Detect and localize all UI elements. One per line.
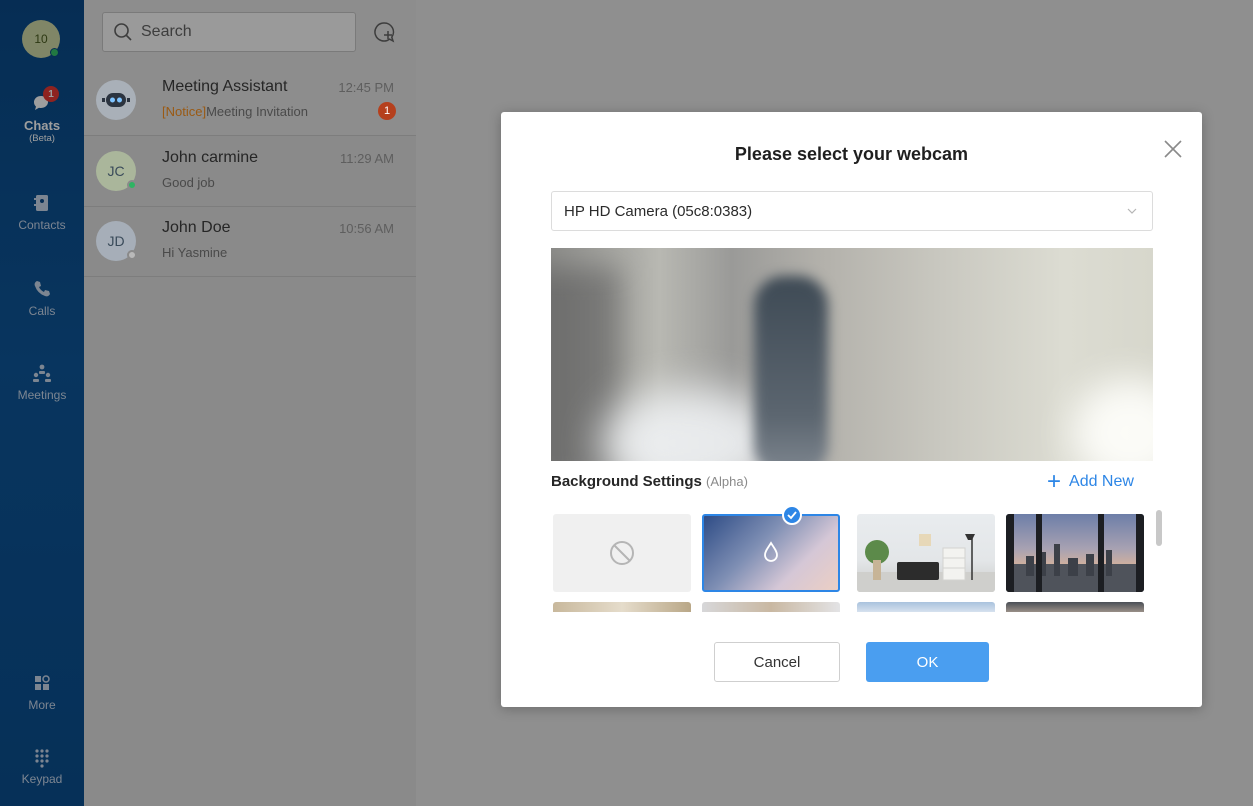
add-new-background-button[interactable]: + Add New — [1047, 470, 1134, 494]
robot-icon — [96, 80, 136, 120]
contact-avatar: JD — [96, 221, 137, 261]
preview-figure — [754, 276, 828, 461]
camera-select[interactable]: HP HD Camera (05c8:0383) — [551, 191, 1153, 231]
selected-check-icon — [782, 505, 802, 525]
chat-list-panel: Search Meeting Assistant 12:45 PM [Notic… — [84, 0, 416, 806]
search-placeholder: Search — [141, 23, 192, 40]
background-blur-option[interactable] — [702, 514, 840, 592]
search-input[interactable]: Search — [102, 12, 356, 52]
webcam-preview — [551, 248, 1153, 461]
dialog-title: Please select your webcam — [734, 144, 969, 164]
background-thumb-8[interactable] — [1006, 602, 1144, 612]
thumbnails-scrollbar[interactable] — [1156, 510, 1162, 546]
offline-status-dot — [127, 250, 137, 260]
background-thumb-6[interactable] — [702, 602, 840, 612]
chat-time: 11:29 AM — [340, 151, 394, 166]
chevron-down-icon — [1127, 208, 1137, 214]
chat-name: John carmine — [162, 149, 259, 166]
search-icon — [114, 23, 132, 41]
unread-badge: 1 — [378, 102, 396, 120]
close-icon[interactable] — [1162, 138, 1184, 160]
chat-preview-text: Meeting Invitation — [206, 104, 308, 119]
online-status-dot — [127, 180, 137, 190]
chat-row-john-carmine[interactable]: JC John carmine 11:29 AM Good job — [84, 137, 416, 207]
city-skyline-image — [1006, 514, 1144, 592]
background-none-option[interactable] — [553, 514, 691, 592]
avatar-initials: JD — [107, 233, 125, 249]
droplet-blur-icon — [764, 541, 778, 562]
chat-row-meeting-assistant[interactable]: Meeting Assistant 12:45 PM [Notice]Meeti… — [84, 66, 416, 136]
avatar-initials: JC — [107, 163, 125, 179]
background-settings-label: Background Settings — [551, 473, 702, 490]
chat-preview: Hi Yasmine — [162, 245, 228, 260]
cancel-button[interactable]: Cancel — [714, 642, 840, 682]
chat-preview: Good job — [162, 175, 215, 190]
background-thumbnails — [551, 510, 1151, 612]
chat-row-john-doe[interactable]: JD John Doe 10:56 AM Hi Yasmine — [84, 207, 416, 277]
living-room-image — [857, 534, 995, 592]
chat-list-header: Search — [84, 0, 416, 66]
chat-name: Meeting Assistant — [162, 78, 288, 95]
add-new-label: Add New — [1069, 473, 1134, 490]
preview-light-right — [1071, 378, 1153, 461]
rail-overlay — [0, 0, 84, 806]
background-thumb-7[interactable] — [857, 602, 995, 612]
background-thumb-5[interactable] — [553, 602, 691, 612]
camera-select-value: HP HD Camera (05c8:0383) — [564, 202, 753, 220]
webcam-dialog: Please select your webcam HP HD Camera (… — [501, 112, 1202, 707]
nav-rail: 10 1 Chats (Beta) Contacts Calls Meeting… — [0, 0, 84, 806]
chat-time: 12:45 PM — [338, 80, 394, 95]
alpha-tag: (Alpha) — [706, 474, 748, 489]
chat-preview: [Notice]Meeting Invitation — [162, 104, 308, 119]
no-background-icon — [610, 541, 634, 565]
chat-time: 10:56 AM — [339, 221, 394, 236]
contact-avatar: JC — [96, 151, 137, 191]
notice-tag: [Notice] — [162, 104, 207, 119]
ok-button[interactable]: OK — [866, 642, 989, 682]
chat-name: John Doe — [162, 219, 231, 236]
background-settings-title: Background Settings (Alpha) — [551, 473, 748, 490]
new-chat-icon[interactable] — [372, 20, 396, 44]
background-city-skyline-option[interactable] — [1006, 514, 1144, 592]
background-living-room-option[interactable] — [857, 514, 995, 592]
plus-icon: + — [1047, 468, 1062, 495]
